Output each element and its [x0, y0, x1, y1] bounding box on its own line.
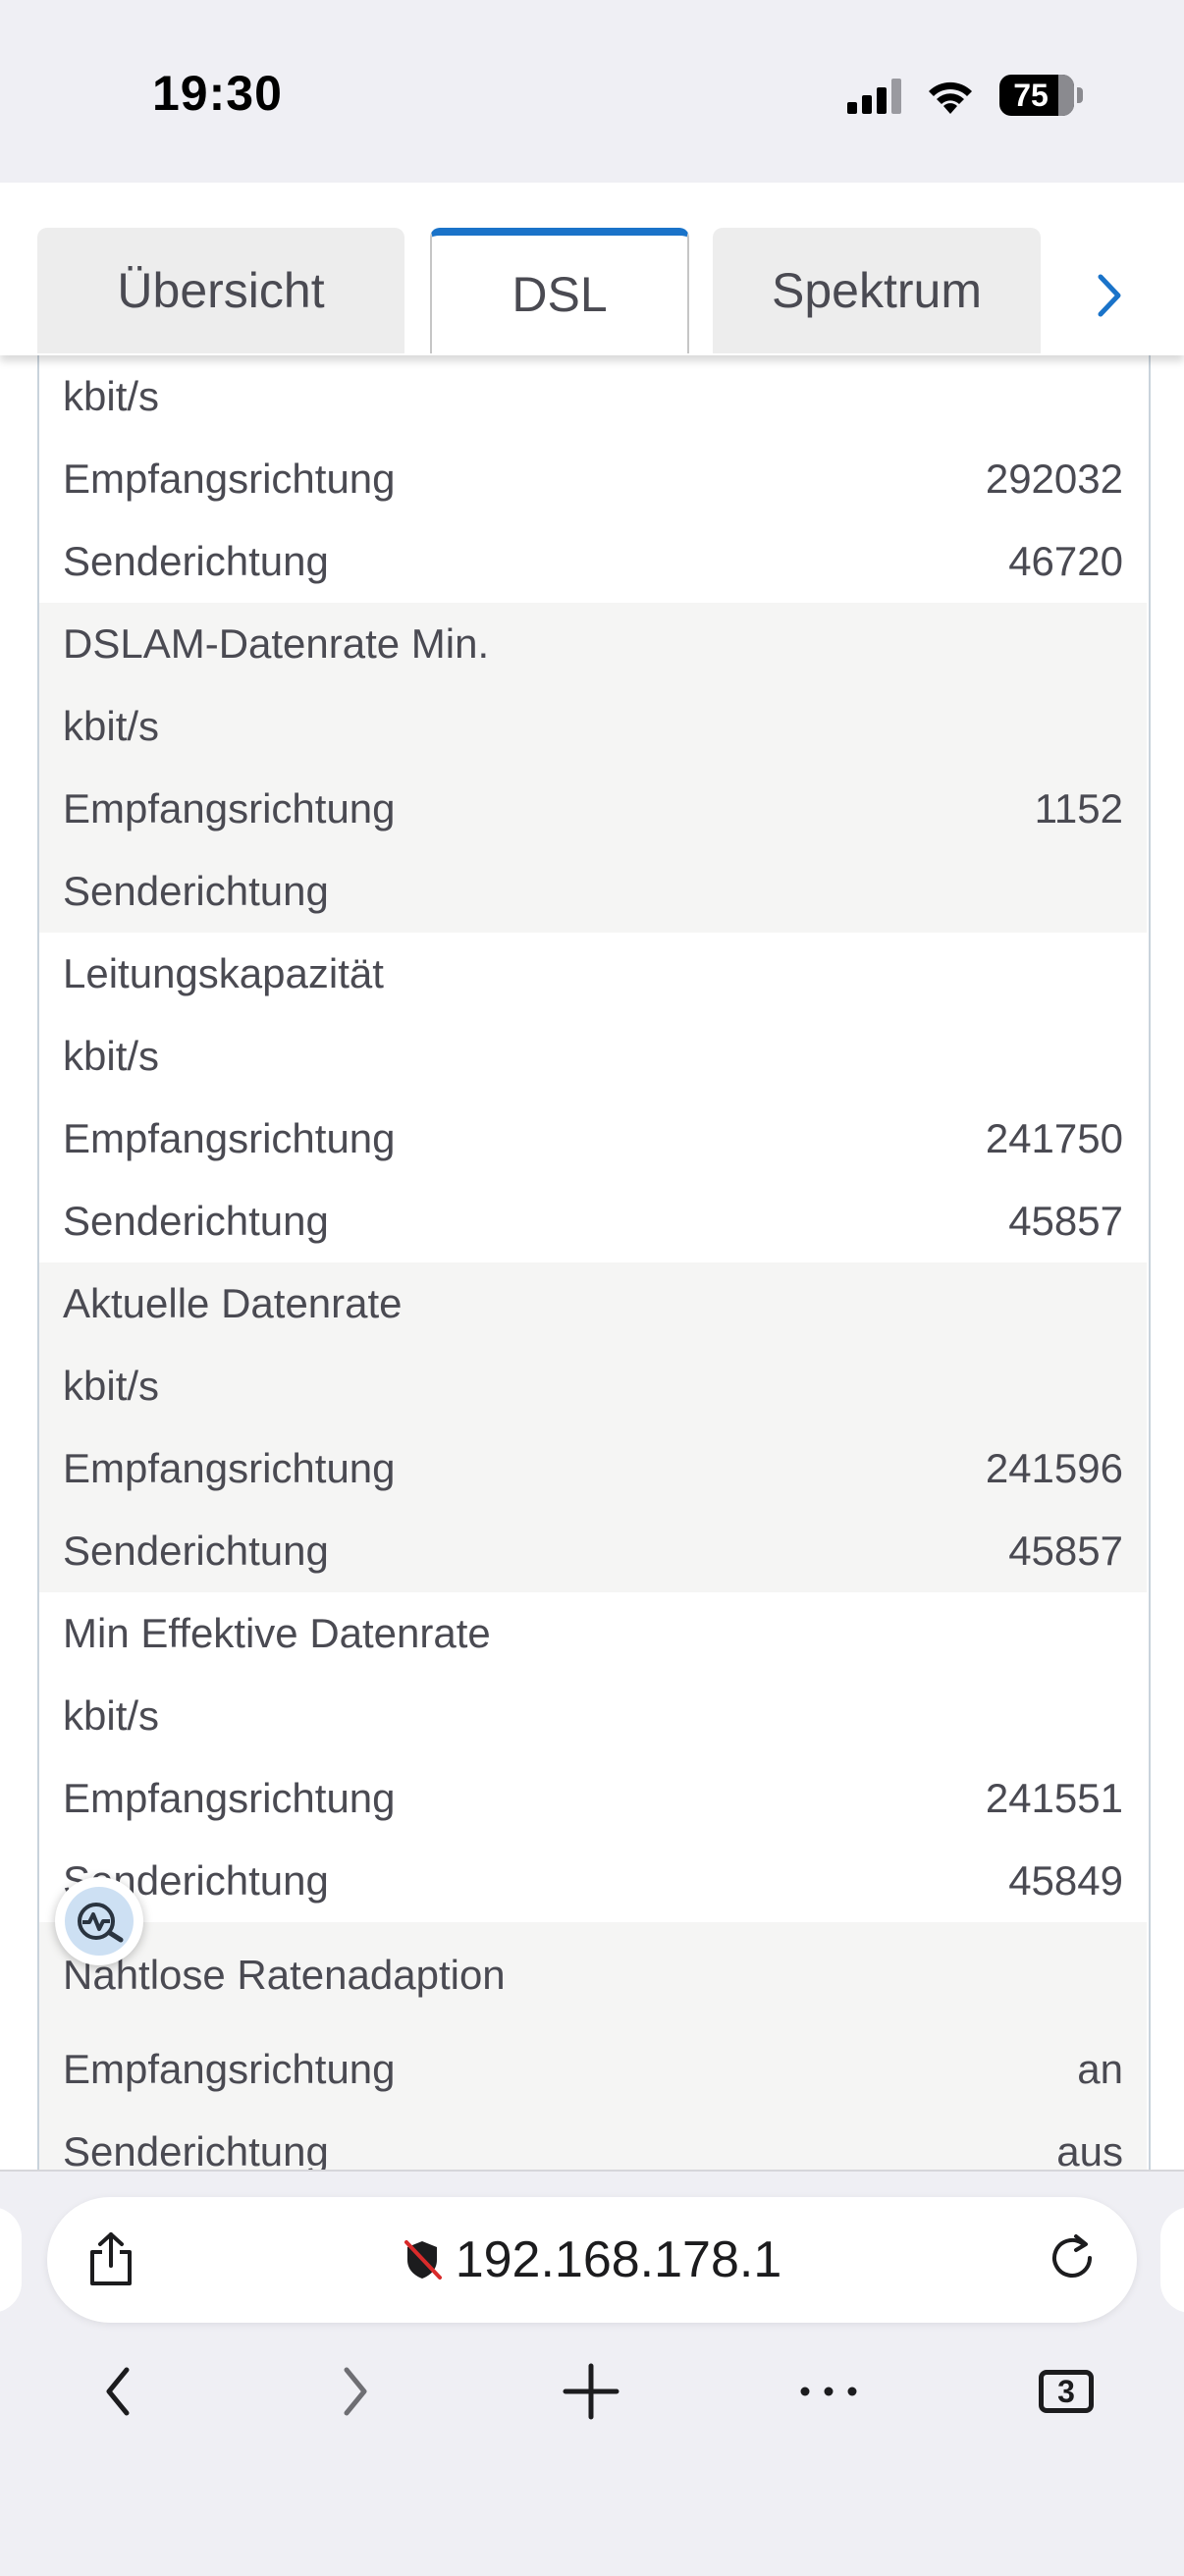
row-label: Empfangsrichtung	[63, 785, 396, 832]
signal-icon	[847, 79, 901, 114]
battery-level: 75	[1013, 78, 1049, 113]
row-label: Senderichtung	[63, 1528, 329, 1574]
network-diagnostics-button[interactable]	[55, 1877, 143, 1965]
table-row: Aktuelle Datenrate	[39, 1262, 1147, 1345]
tabs-scroll-right-button[interactable]	[1080, 242, 1139, 349]
tab-label: Spektrum	[772, 263, 982, 318]
status-time: 19:30	[152, 66, 283, 121]
row-label: Empfangsrichtung	[63, 456, 396, 502]
table-row: kbit/s	[39, 1345, 1147, 1427]
row-value: 241750	[985, 1115, 1123, 1161]
row-label: kbit/s	[63, 373, 160, 419]
row-label: DSLAM-Datenrate Min.	[63, 620, 490, 667]
row-label: Senderichtung	[63, 1198, 329, 1244]
row-value: an	[1077, 2046, 1123, 2092]
row-label: kbit/s	[63, 703, 160, 749]
status-bar: 19:30 75	[0, 0, 1184, 183]
table-row: kbit/s	[39, 1015, 1147, 1098]
row-label: Leitungskapazität	[63, 950, 384, 996]
battery-icon: 75	[999, 75, 1083, 116]
table-group: Nahtlose Ratenadaption Empfangsrichtung an…	[39, 1922, 1147, 2170]
table-row: kbit/s	[39, 1675, 1147, 1757]
table-row: Empfangsrichtung 1152	[39, 768, 1147, 850]
row-value: 45849	[1008, 1857, 1123, 1904]
table-row: Leitungskapazität	[39, 933, 1147, 1015]
tabs-button[interactable]: 3	[1027, 2352, 1105, 2431]
row-label: kbit/s	[63, 1363, 160, 1409]
table-row: Empfangsrichtung 241596	[39, 1427, 1147, 1510]
row-label: Senderichtung	[63, 2128, 329, 2170]
dsl-data-table: kbit/s Empfangsrichtung 292032 Senderichtun…	[37, 355, 1151, 2170]
tab-dsl[interactable]: DSL	[430, 228, 689, 353]
table-group: Aktuelle Datenrate kbit/s Empfangsrichtung…	[39, 1262, 1147, 1592]
row-label: kbit/s	[63, 1692, 160, 1739]
table-row: Senderichtung 46720	[39, 520, 1147, 603]
not-secure-icon	[404, 2240, 442, 2280]
more-button[interactable]	[789, 2352, 868, 2431]
tab-label: Übersicht	[117, 263, 325, 318]
row-label: Empfangsrichtung	[63, 1445, 396, 1491]
table-group: Leitungskapazität kbit/s Empfangsrichtung 2…	[39, 933, 1147, 1262]
tab-count: 3	[1057, 2373, 1075, 2409]
row-label: Senderichtung	[63, 868, 329, 914]
table-row: Senderichtung 45857	[39, 1510, 1147, 1592]
forward-icon	[344, 2367, 367, 2416]
table-row: Empfangsrichtung 292032	[39, 438, 1147, 520]
table-row: Empfangsrichtung an	[39, 2028, 1147, 2111]
plus-icon	[563, 2363, 619, 2420]
row-label: Aktuelle Datenrate	[63, 1280, 403, 1326]
table-row: kbit/s	[39, 685, 1147, 768]
more-icon	[800, 2387, 857, 2396]
table-row: Min Effektive Datenrate	[39, 1592, 1147, 1675]
tab-uebersicht[interactable]: Übersicht	[37, 228, 404, 353]
table-row: Empfangsrichtung 241750	[39, 1098, 1147, 1180]
row-value: 45857	[1008, 1198, 1123, 1244]
wifi-icon	[929, 81, 972, 114]
table-row: DSLAM-Datenrate Min.	[39, 603, 1147, 685]
row-label: Nahtlose Ratenadaption	[63, 1952, 506, 1998]
row-label: Min Effektive Datenrate	[63, 1610, 491, 1656]
table-group: DSLAM-Datenrate Min. kbit/s Empfangsrichtu…	[39, 603, 1147, 933]
row-value: 1152	[1034, 785, 1123, 832]
row-value: aus	[1056, 2128, 1123, 2170]
row-value: 241596	[985, 1445, 1123, 1491]
table-row: kbit/s	[39, 355, 1147, 438]
row-value: 45857	[1008, 1528, 1123, 1574]
network-diagnostics-icon	[78, 1903, 124, 1943]
web-content: kbit/s Empfangsrichtung 292032 Senderichtun…	[0, 183, 1184, 2170]
forward-button[interactable]	[316, 2352, 395, 2431]
row-label: Senderichtung	[63, 538, 329, 584]
row-label: Empfangsrichtung	[63, 1775, 396, 1821]
row-value: 292032	[985, 456, 1123, 502]
back-button[interactable]	[79, 2352, 157, 2431]
table-row: Senderichtung	[39, 850, 1147, 933]
previous-tab-preview[interactable]	[0, 2207, 22, 2313]
table-row: Senderichtung aus	[39, 2111, 1147, 2170]
next-tab-preview[interactable]	[1160, 2207, 1184, 2313]
address-bar[interactable]: 192.168.178.1	[47, 2197, 1137, 2323]
row-label: Empfangsrichtung	[63, 1115, 396, 1161]
url-text: 192.168.178.1	[455, 2231, 782, 2288]
new-tab-button[interactable]	[552, 2352, 630, 2431]
row-value: 241551	[985, 1775, 1123, 1821]
reload-icon[interactable]	[1047, 2232, 1098, 2285]
back-icon	[106, 2367, 130, 2416]
table-row: Nahtlose Ratenadaption	[39, 1922, 1147, 2028]
tab-spektrum[interactable]: Spektrum	[713, 228, 1041, 353]
tabs-icon: 3	[1039, 2370, 1094, 2413]
browser-toolbar: 192.168.178.1 3	[0, 2170, 1184, 2576]
tab-label: DSL	[511, 267, 608, 322]
table-row: Senderichtung 45849	[39, 1840, 1147, 1922]
row-label: Empfangsrichtung	[63, 2046, 396, 2092]
table-row: Senderichtung 45857	[39, 1180, 1147, 1262]
tab-bar: Übersicht DSL Spektrum	[0, 183, 1184, 355]
table-group: kbit/s Empfangsrichtung 292032 Senderichtun…	[39, 355, 1147, 603]
table-row: Empfangsrichtung 241551	[39, 1757, 1147, 1840]
row-label: kbit/s	[63, 1033, 160, 1079]
row-value: 46720	[1008, 538, 1123, 584]
table-group: Min Effektive Datenrate kbit/s Empfangsric…	[39, 1592, 1147, 1922]
chevron-right-icon	[1098, 274, 1121, 317]
